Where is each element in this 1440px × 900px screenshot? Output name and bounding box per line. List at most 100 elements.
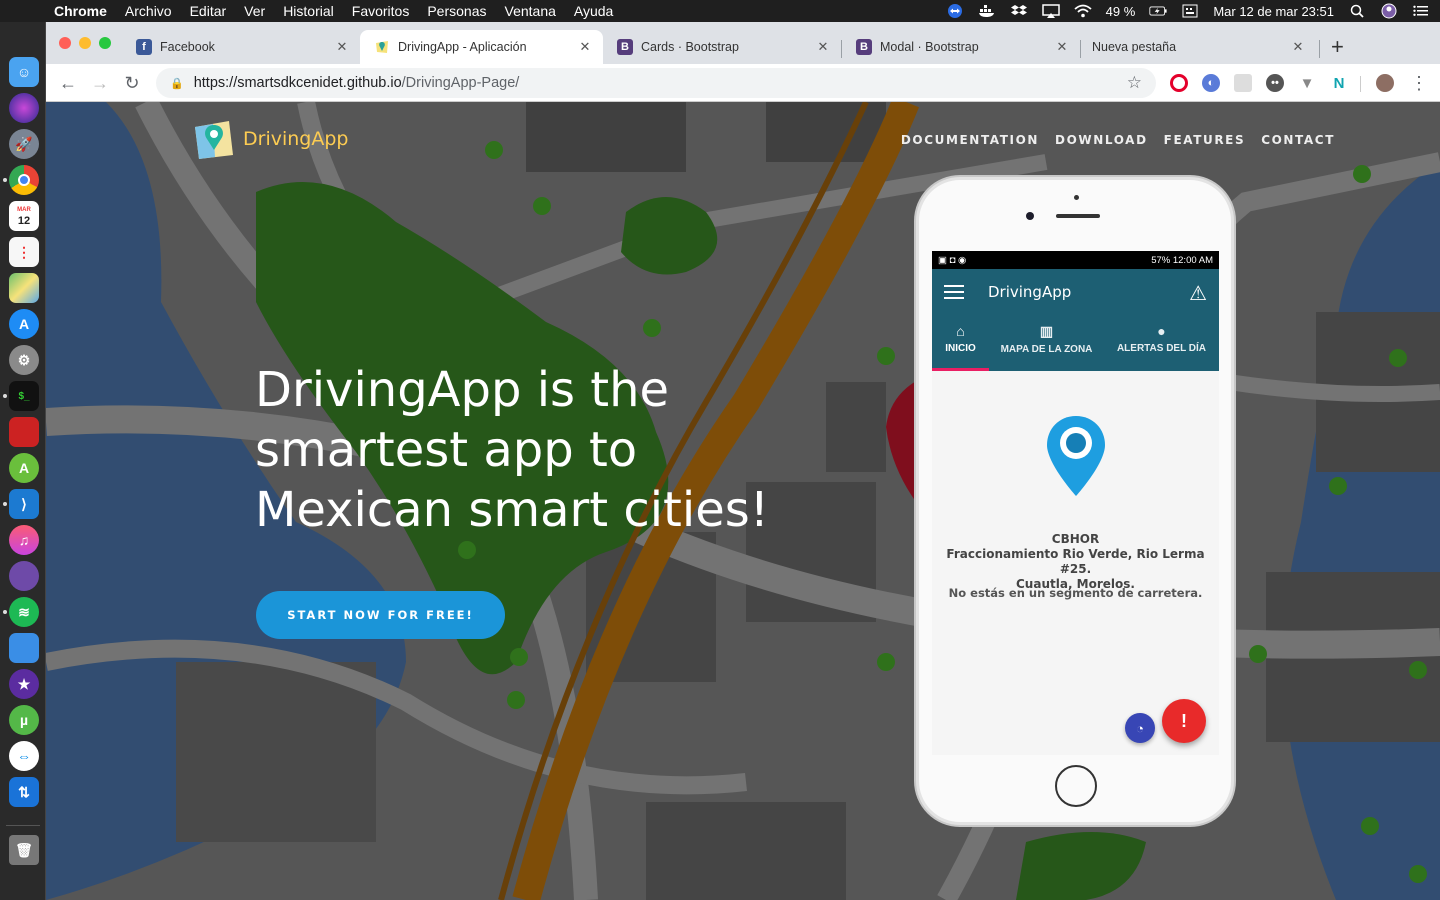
nav-download[interactable]: DOWNLOAD bbox=[1055, 133, 1148, 147]
dock-divider bbox=[6, 825, 40, 826]
utorrent-icon[interactable]: µ bbox=[9, 705, 39, 735]
close-tab-icon[interactable]: ✕ bbox=[1054, 39, 1070, 55]
battery-icon[interactable] bbox=[1149, 4, 1167, 18]
chrome-window: f Facebook ✕ DrivingApp - Aplicación ✕ B… bbox=[46, 22, 1440, 900]
forward-arrow-icon[interactable]: → bbox=[89, 72, 111, 94]
tab-mapa-de-la-zona[interactable]: ▥ MAPA DE LA ZONA bbox=[989, 315, 1104, 371]
system-preferences-icon[interactable]: ⚙ bbox=[9, 345, 39, 375]
address-line: CBHOR bbox=[1051, 532, 1100, 546]
back-arrow-icon[interactable]: ← bbox=[57, 72, 79, 94]
nav-features[interactable]: FEATURES bbox=[1164, 133, 1246, 147]
circle-extension-icon[interactable]: •• bbox=[1266, 74, 1284, 92]
warning-icon[interactable]: ⚠ bbox=[1189, 281, 1207, 306]
hamburger-menu-icon[interactable] bbox=[944, 285, 964, 299]
github-desktop-icon[interactable] bbox=[9, 561, 39, 591]
tab-label: MAPA DE LA ZONA bbox=[1000, 344, 1093, 355]
chrome-running-dot bbox=[3, 178, 7, 182]
menu-archivo[interactable]: Archivo bbox=[116, 3, 181, 19]
tab-modal-bootstrap[interactable]: B Modal · Bootstrap ✕ bbox=[842, 30, 1080, 64]
start-now-button[interactable]: START NOW FOR FREE! bbox=[256, 591, 505, 639]
bookmark-star-icon[interactable]: ☆ bbox=[1127, 73, 1142, 93]
menu-ver[interactable]: Ver bbox=[235, 3, 274, 19]
dropbox-status-icon[interactable] bbox=[1010, 4, 1028, 18]
nav-contact[interactable]: CONTACT bbox=[1261, 133, 1335, 147]
zoom-window-button[interactable] bbox=[99, 37, 111, 49]
android-status-bar: ▣ ◘ ◉ 57% 12:00 AM bbox=[932, 251, 1219, 269]
menu-favoritos[interactable]: Favoritos bbox=[343, 3, 419, 19]
minimize-window-button[interactable] bbox=[79, 37, 91, 49]
spotify-icon[interactable]: ≋ bbox=[9, 597, 39, 627]
menu-ventana[interactable]: Ventana bbox=[496, 3, 565, 19]
tab-title: DrivingApp - Aplicación bbox=[398, 40, 527, 54]
new-tab-button[interactable]: + bbox=[1331, 34, 1344, 60]
tab-strip: f Facebook ✕ DrivingApp - Aplicación ✕ B… bbox=[46, 22, 1440, 64]
menu-app-name[interactable]: Chrome bbox=[44, 3, 116, 19]
menu-ayuda[interactable]: Ayuda bbox=[565, 3, 622, 19]
maps-icon[interactable] bbox=[9, 273, 39, 303]
nav-documentation[interactable]: DOCUMENTATION bbox=[901, 133, 1039, 147]
trash-icon[interactable]: 🗑 bbox=[9, 835, 39, 865]
close-tab-icon[interactable]: ✕ bbox=[334, 39, 350, 55]
menu-personas[interactable]: Personas bbox=[418, 3, 495, 19]
user-account-icon[interactable] bbox=[1380, 3, 1398, 19]
speedometer-fab-button[interactable]: ◔ bbox=[1125, 713, 1155, 743]
notification-center-icon[interactable] bbox=[1412, 4, 1430, 18]
docker-status-icon[interactable] bbox=[978, 4, 996, 18]
vue-devtools-extension-icon[interactable]: ▼ bbox=[1298, 74, 1316, 92]
reminders-icon[interactable]: ⋮ bbox=[9, 237, 39, 267]
tab-cards-bootstrap[interactable]: B Cards · Bootstrap ✕ bbox=[603, 30, 841, 64]
menu-historial[interactable]: Historial bbox=[274, 3, 343, 19]
profile-avatar[interactable] bbox=[1376, 74, 1394, 92]
itunes-icon[interactable]: ♫ bbox=[9, 525, 39, 555]
finder-icon[interactable]: ☺ bbox=[9, 57, 39, 87]
menu-editar[interactable]: Editar bbox=[181, 3, 236, 19]
calendar-icon[interactable]: MAR 12 bbox=[9, 201, 39, 231]
blank-extension-icon[interactable] bbox=[1234, 74, 1252, 92]
macos-menu-bar: Chrome Archivo Editar Ver Historial Favo… bbox=[0, 0, 1440, 22]
tab-facebook[interactable]: f Facebook ✕ bbox=[122, 30, 360, 64]
opera-extension-icon[interactable] bbox=[1170, 74, 1188, 92]
alert-fab-button[interactable]: ! bbox=[1162, 699, 1206, 743]
airplay-status-icon[interactable] bbox=[1041, 4, 1060, 18]
app-store-icon[interactable]: A bbox=[9, 309, 39, 339]
app-bar: DrivingApp ⚠ bbox=[932, 269, 1219, 315]
tab-separator bbox=[1319, 40, 1320, 58]
drivingapp-logo-icon[interactable] bbox=[191, 117, 237, 163]
close-tab-icon[interactable]: ✕ bbox=[577, 39, 593, 55]
web-page: DrivingApp DOCUMENTATION DOWNLOAD FEATUR… bbox=[46, 102, 1440, 900]
tab-alertas-del-dia[interactable]: ● ALERTAS DEL DÍA bbox=[1104, 315, 1219, 371]
wifi-status-icon[interactable] bbox=[1074, 4, 1092, 18]
close-window-button[interactable] bbox=[59, 37, 71, 49]
vscode-icon[interactable]: ⟩ bbox=[9, 489, 39, 519]
phone-mockup: ▣ ◘ ◉ 57% 12:00 AM DrivingApp ⚠ ⌂ INICIO bbox=[916, 177, 1234, 825]
tab-inicio[interactable]: ⌂ INICIO bbox=[932, 315, 989, 371]
spotlight-search-icon[interactable] bbox=[1348, 4, 1366, 18]
site-brand[interactable]: DrivingApp bbox=[243, 128, 348, 150]
teamviewer-status-icon[interactable] bbox=[946, 4, 964, 18]
current-address: CBHOR Fraccionamiento Rio Verde, Rio Ler… bbox=[932, 532, 1219, 592]
address-bar[interactable]: 🔒 https://smartsdkcenidet.github.io/Driv… bbox=[156, 68, 1156, 98]
imovie-icon[interactable]: ★ bbox=[9, 669, 39, 699]
road-segment-status: No estás en un segmento de carretera. bbox=[948, 586, 1203, 600]
android-studio-icon[interactable]: A bbox=[9, 453, 39, 483]
teamviewer-icon[interactable]: ⇔ bbox=[9, 741, 39, 771]
launchpad-icon[interactable]: 🚀 bbox=[9, 129, 39, 159]
tab-drivingapp[interactable]: DrivingApp - Aplicación ✕ bbox=[360, 30, 603, 64]
close-tab-icon[interactable]: ✕ bbox=[815, 39, 831, 55]
tab-new-tab[interactable]: Nueva pestaña ✕ bbox=[1078, 30, 1316, 64]
transmit-icon[interactable]: ⇅ bbox=[9, 777, 39, 807]
photo-booth-icon[interactable] bbox=[9, 417, 39, 447]
reload-icon[interactable]: ↻ bbox=[121, 72, 143, 94]
close-tab-icon[interactable]: ✕ bbox=[1290, 39, 1306, 55]
keynote-icon[interactable] bbox=[9, 633, 39, 663]
chrome-icon[interactable] bbox=[9, 165, 39, 195]
grammar-extension-icon[interactable]: ◐ bbox=[1202, 74, 1220, 92]
clock[interactable]: Mar 12 de mar 23:51 bbox=[1213, 4, 1334, 19]
keyboard-input-icon[interactable] bbox=[1181, 4, 1199, 18]
tab-title: Modal · Bootstrap bbox=[880, 40, 979, 54]
chrome-menu-icon[interactable]: ⋮ bbox=[1408, 72, 1430, 94]
lock-icon[interactable]: 🔒 bbox=[170, 77, 184, 90]
siri-icon[interactable] bbox=[9, 93, 39, 123]
n-extension-icon[interactable]: N bbox=[1330, 74, 1348, 92]
terminal-icon[interactable]: $_ bbox=[9, 381, 39, 411]
